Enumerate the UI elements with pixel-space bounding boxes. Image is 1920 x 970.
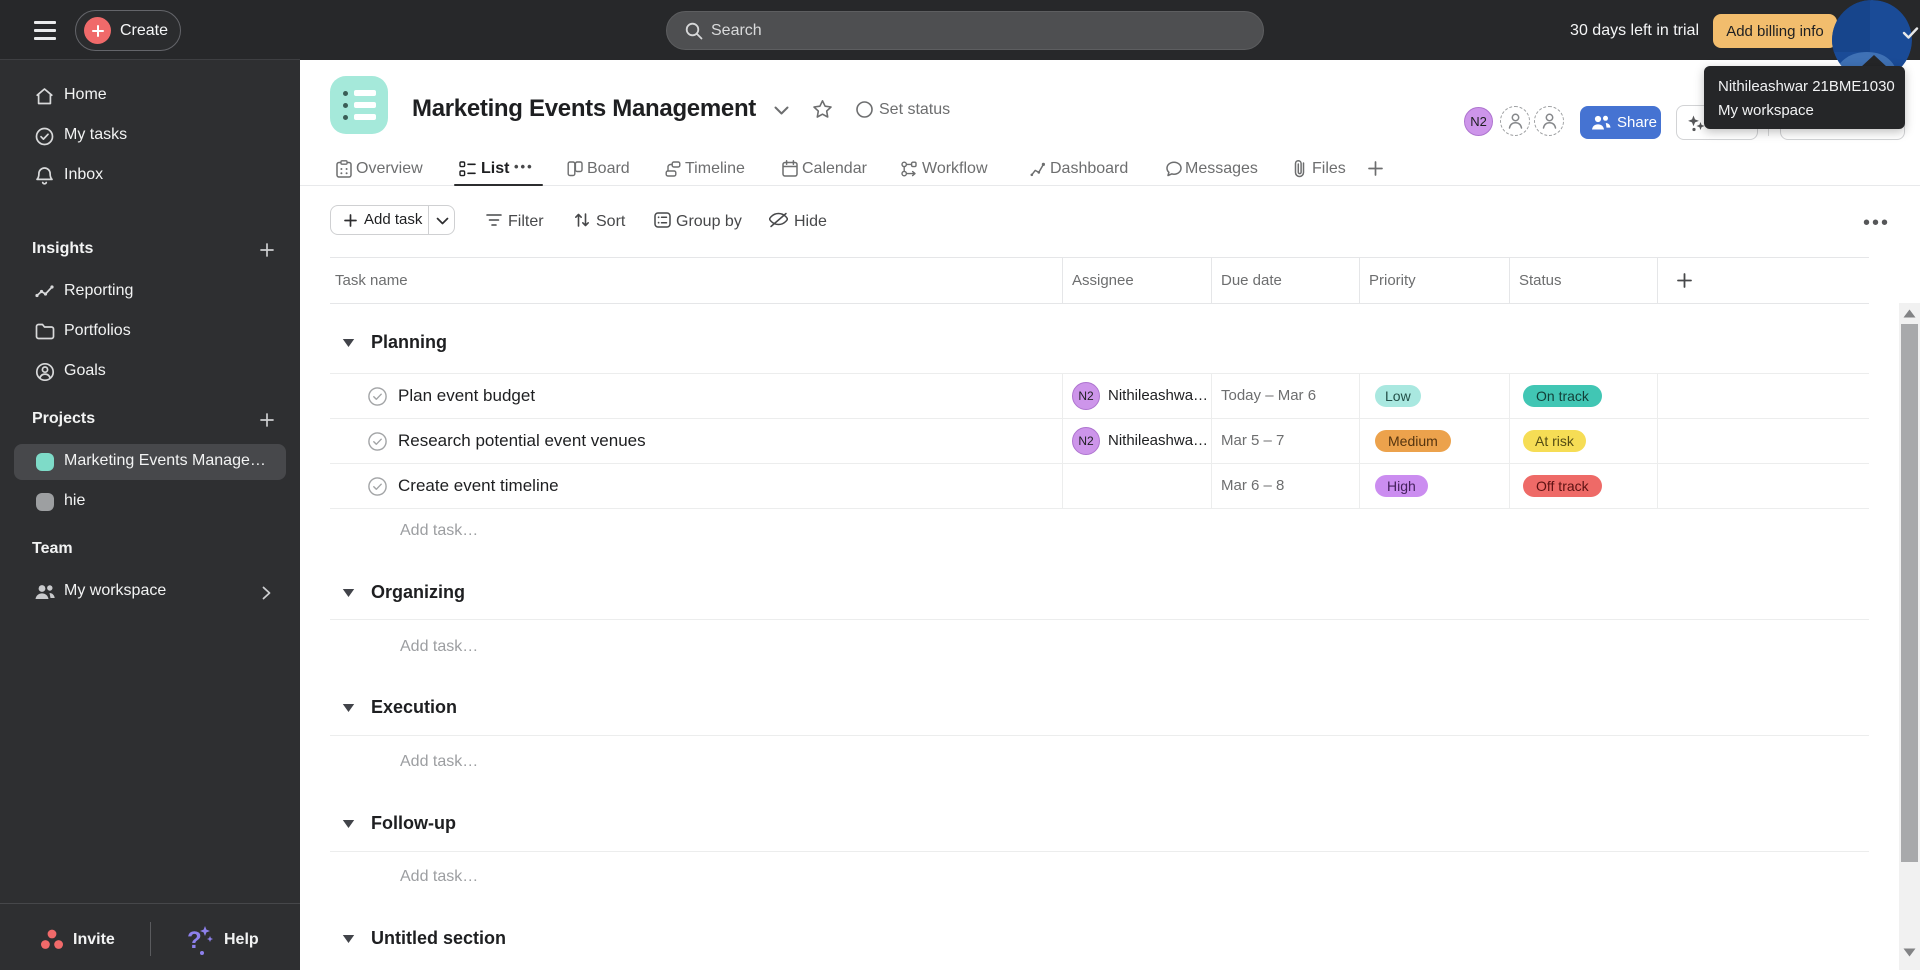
svg-text:?: ? [187,927,202,954]
